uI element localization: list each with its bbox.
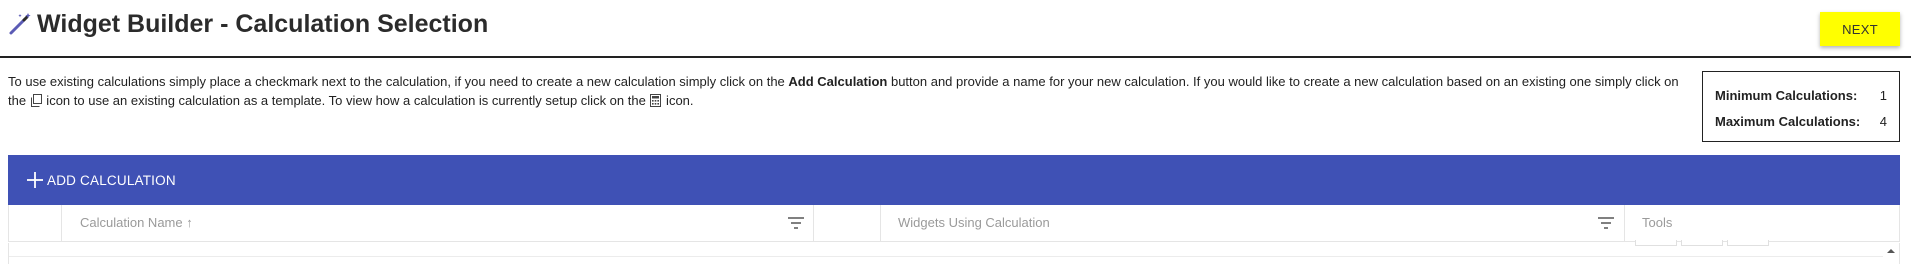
spacer-column-header: [814, 205, 881, 242]
next-button[interactable]: NEXT: [1820, 12, 1900, 46]
instructions-part-4: icon.: [662, 93, 694, 108]
select-column-header[interactable]: [9, 205, 62, 242]
calculation-name-header-label: Calculation Name ↑: [80, 215, 193, 230]
row-divider: [9, 256, 1883, 257]
magic-wand-icon: [9, 13, 31, 35]
add-calculation-label: ADD CALCULATION: [47, 172, 176, 188]
maximum-calculations-value: 4: [1879, 113, 1887, 129]
copy-icon: [30, 94, 42, 107]
filter-icon[interactable]: [788, 217, 804, 229]
calculation-name-header-text: Calculation Name: [80, 215, 183, 230]
calculator-icon: [650, 94, 662, 107]
minimum-calculations-value: 1: [1879, 87, 1887, 103]
add-calculation-button[interactable]: ADD CALCULATION: [8, 155, 1900, 205]
calculation-name-column-header[interactable]: Calculation Name ↑: [62, 205, 814, 242]
grid-body: [8, 243, 1900, 264]
instructions-part-3: icon to use an existing calculation as a…: [42, 93, 650, 108]
instructions-part-1: To use existing calculations simply plac…: [8, 74, 789, 89]
sort-ascending-icon: ↑: [186, 215, 193, 230]
minimum-calculations-row: Minimum Calculations: 1: [1715, 82, 1887, 108]
page-title: Widget Builder - Calculation Selection: [37, 10, 489, 38]
filter-icon[interactable]: [1598, 217, 1614, 229]
maximum-calculations-label: Maximum Calculations:: [1715, 113, 1861, 129]
widgets-using-calculation-column-header[interactable]: Widgets Using Calculation: [881, 205, 1625, 242]
minimum-calculations-label: Minimum Calculations:: [1715, 87, 1858, 103]
tools-column-header: Tools: [1625, 205, 1899, 242]
grid-header-row: Calculation Name ↑ Widgets Using Calcula…: [8, 205, 1900, 246]
maximum-calculations-row: Maximum Calculations: 4: [1715, 108, 1887, 134]
widgets-using-calculation-header-label: Widgets Using Calculation: [898, 215, 1050, 230]
tools-header-label: Tools: [1642, 215, 1673, 230]
page-header: Widget Builder - Calculation Selection N…: [0, 0, 1911, 58]
calculation-limits-box: Minimum Calculations: 1 Maximum Calculat…: [1702, 71, 1900, 142]
plus-icon: [27, 172, 43, 188]
instructions-text: To use existing calculations simply plac…: [8, 72, 1688, 110]
scroll-up-arrow-icon[interactable]: [1886, 246, 1896, 256]
instructions-add-calculation-ref: Add Calculation: [788, 74, 888, 89]
